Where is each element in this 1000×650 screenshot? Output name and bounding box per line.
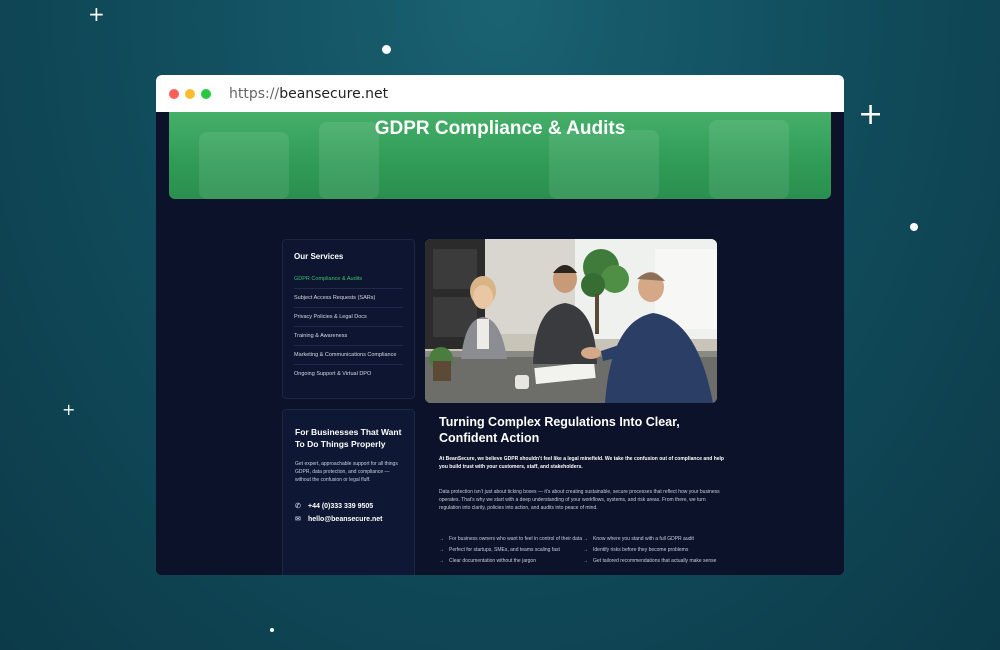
intro-paragraph: At BeanSecure, we believe GDPR shouldn’t… bbox=[439, 456, 724, 470]
envelope-icon: ✉ bbox=[295, 516, 301, 523]
sidebar-item-gdpr-compliance[interactable]: GDPR Compliance & Audits bbox=[294, 270, 403, 289]
page-title: GDPR Compliance & Audits bbox=[374, 118, 626, 139]
sparkle-plus-icon: + bbox=[858, 97, 884, 132]
sparkle-dot bbox=[382, 45, 391, 54]
url-protocol: https:// bbox=[229, 85, 280, 102]
benefit-list: → For business owners who want to feel in… bbox=[439, 535, 724, 565]
contact-phone: +44 (0)333 339 9505 bbox=[308, 502, 374, 510]
list-item: → Know where you stand with a full GDPR a… bbox=[583, 536, 694, 542]
body-paragraph: Data protection isn’t just about ticking… bbox=[439, 489, 720, 511]
contact-heading: For Businesses That Want To Do Things Pr… bbox=[295, 427, 402, 449]
sparkle-plus-icon: + bbox=[62, 400, 76, 419]
arrow-right-icon: → bbox=[583, 558, 588, 564]
page-viewport: GDPR Compliance & Audits Our Services GD… bbox=[156, 112, 844, 575]
browser-window: https://beansecure.net GDPR Compliance &… bbox=[156, 75, 844, 575]
minimize-window-dot[interactable] bbox=[185, 88, 195, 99]
sidebar-item-marketing-compliance[interactable]: Marketing & Communications Compliance bbox=[294, 346, 403, 365]
phone-icon: ✆ bbox=[295, 503, 301, 510]
url-domain: beansecure.net bbox=[279, 85, 389, 102]
contact-email-row[interactable]: ✉ hello@beansecure.net bbox=[295, 515, 402, 524]
list-item: → Perfect for startups, SMEs, and teams s… bbox=[439, 547, 560, 553]
arrow-right-icon: → bbox=[583, 536, 588, 542]
sidebar-item-training[interactable]: Training & Awareness bbox=[294, 327, 403, 346]
list-item: → For business owners who want to feel in… bbox=[439, 536, 583, 542]
contact-email: hello@beansecure.net bbox=[308, 515, 383, 523]
arrow-right-icon: → bbox=[439, 558, 444, 564]
sparkle-dot bbox=[270, 628, 274, 632]
list-item: → Clear documentation without the jargon bbox=[439, 558, 536, 564]
contact-phone-row[interactable]: ✆ +44 (0)333 339 9505 bbox=[295, 502, 402, 511]
browser-address-bar: https://beansecure.net bbox=[156, 75, 844, 112]
list-item: → Get tailored recommendations that actua… bbox=[583, 558, 717, 564]
arrow-right-icon: → bbox=[439, 536, 444, 542]
sparkle-dot bbox=[910, 223, 918, 231]
section-heading: Turning Complex Regulations Into Clear, … bbox=[439, 415, 680, 445]
arrow-right-icon: → bbox=[583, 547, 588, 553]
sidebar-item-privacy-policies[interactable]: Privacy Policies & Legal Docs bbox=[294, 308, 403, 327]
hero-photo-business-handshake bbox=[425, 239, 717, 403]
arrow-right-icon: → bbox=[439, 547, 444, 553]
sidebar-item-subject-access-requests[interactable]: Subject Access Requests (SARs) bbox=[294, 289, 403, 308]
sidebar-heading: Our Services bbox=[294, 252, 344, 261]
contact-card: For Businesses That Want To Do Things Pr… bbox=[282, 409, 415, 575]
close-window-dot[interactable] bbox=[169, 88, 179, 99]
url-field[interactable]: https://beansecure.net bbox=[229, 86, 388, 102]
sidebar-item-virtual-dpo[interactable]: Ongoing Support & Virtual DPO bbox=[294, 365, 403, 383]
maximize-window-dot[interactable] bbox=[201, 88, 211, 99]
services-sidebar: Our Services GDPR Compliance & Audits Su… bbox=[282, 239, 415, 399]
hero-banner: GDPR Compliance & Audits bbox=[169, 112, 831, 199]
contact-description: Get expert, approachable support for all… bbox=[295, 461, 398, 483]
sparkle-plus-icon: + bbox=[88, 2, 105, 26]
list-item: → Identify risks before they become probl… bbox=[583, 547, 689, 553]
